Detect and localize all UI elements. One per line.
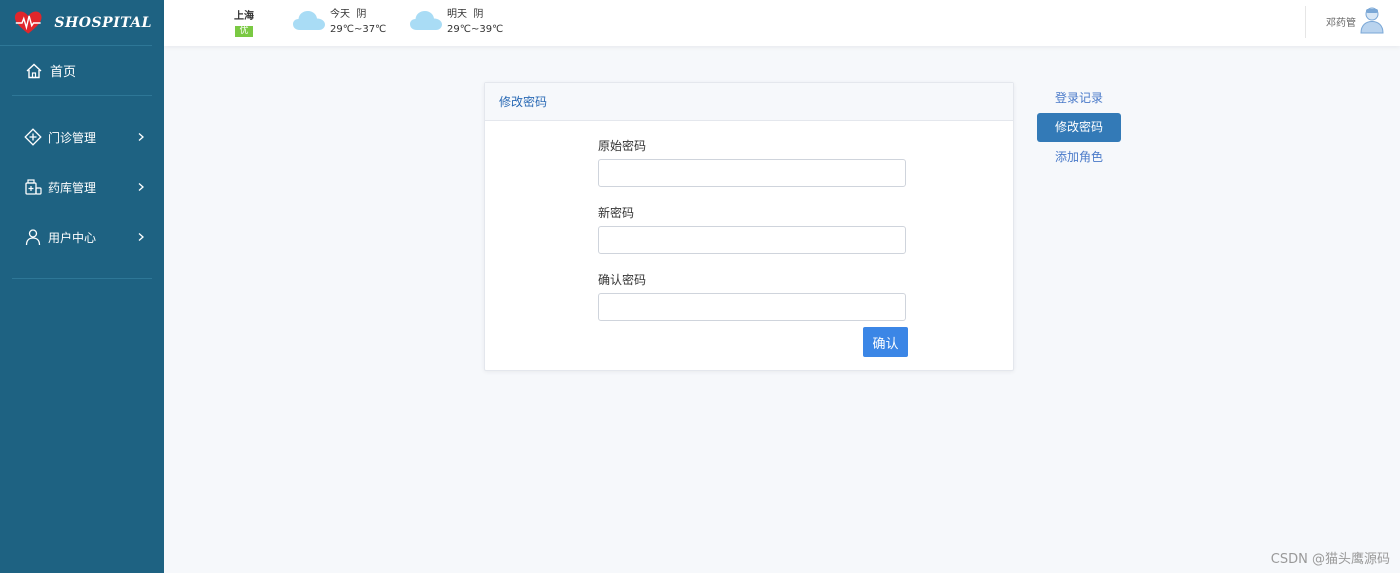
weather-condition: 阴	[356, 9, 367, 20]
nav-item-pharmacy[interactable]: 药库管理	[12, 162, 152, 212]
weather-temp: 29℃~37℃	[330, 24, 387, 35]
user-icon	[25, 229, 41, 246]
cloud-icon	[410, 11, 442, 30]
change-password-card: 修改密码 原始密码 新密码 确认密码 确认	[484, 82, 1014, 371]
nav-item-label: 门诊管理	[48, 130, 97, 145]
weather-condition: 阴	[473, 9, 484, 20]
nav-item-user-center[interactable]: 用户中心	[12, 212, 152, 262]
weather-day-label: 明天	[447, 9, 467, 20]
new-password-input[interactable]	[598, 226, 906, 254]
chevron-right-icon	[138, 133, 144, 141]
password-form: 原始密码 新密码 确认密码	[598, 137, 907, 338]
nav-home-label: 首页	[50, 65, 77, 80]
account-side-menu: 登录记录 修改密码 添加角色	[1037, 84, 1121, 172]
watermark: CSDN @猫头鹰源码	[1270, 552, 1390, 567]
brand-logo[interactable]: SHOSPITAL	[0, 0, 152, 46]
clinic-icon	[24, 128, 42, 146]
chevron-right-icon	[138, 183, 144, 191]
nav-item-clinic[interactable]: 门诊管理	[12, 112, 152, 162]
sidebar: SHOSPITAL 首页 门诊管理 药库管理 用户中心	[0, 0, 164, 573]
city-name: 上海	[234, 11, 254, 22]
header-divider	[1305, 6, 1306, 38]
nav-item-label: 用户中心	[48, 230, 97, 245]
chevron-right-icon	[138, 233, 144, 241]
weather-tomorrow: 明天 阴 29℃~39℃	[409, 7, 503, 37]
city-widget: 上海 优	[234, 7, 254, 37]
confirm-password-label: 确认密码	[598, 273, 647, 287]
confirm-button[interactable]: 确认	[863, 327, 908, 357]
weather-temp: 29℃~39℃	[447, 24, 504, 35]
new-password-label: 新密码	[598, 206, 635, 220]
weather-today: 今天 阴 29℃~37℃	[292, 7, 386, 37]
weather-day-label: 今天	[330, 9, 350, 20]
confirm-password-input[interactable]	[598, 293, 906, 321]
nav-group: 门诊管理 药库管理 用户中心	[12, 96, 152, 279]
menu-add-role[interactable]: 添加角色	[1037, 143, 1121, 171]
username[interactable]: 邓药管	[1326, 14, 1356, 29]
card-header: 修改密码	[485, 83, 1013, 121]
menu-login-records[interactable]: 登录记录	[1037, 84, 1121, 112]
nav-item-label: 药库管理	[48, 180, 97, 195]
original-password-input[interactable]	[598, 159, 906, 187]
brand-name: SHOSPITAL	[54, 14, 152, 31]
heart-pulse-icon	[14, 10, 42, 34]
cloud-icon	[293, 11, 325, 30]
card-title: 修改密码	[499, 95, 548, 109]
original-password-label: 原始密码	[598, 139, 647, 153]
aqi-badge: 优	[235, 26, 253, 37]
top-header: 上海 优 今天 阴 29℃~37℃ 明天 阴 29℃~39℃ 邓药管	[164, 0, 1400, 46]
nav-home[interactable]: 首页	[12, 46, 152, 96]
home-icon	[26, 63, 42, 78]
menu-change-password[interactable]: 修改密码	[1037, 113, 1121, 142]
pharmacy-icon	[25, 179, 42, 195]
avatar-icon[interactable]	[1360, 6, 1384, 34]
